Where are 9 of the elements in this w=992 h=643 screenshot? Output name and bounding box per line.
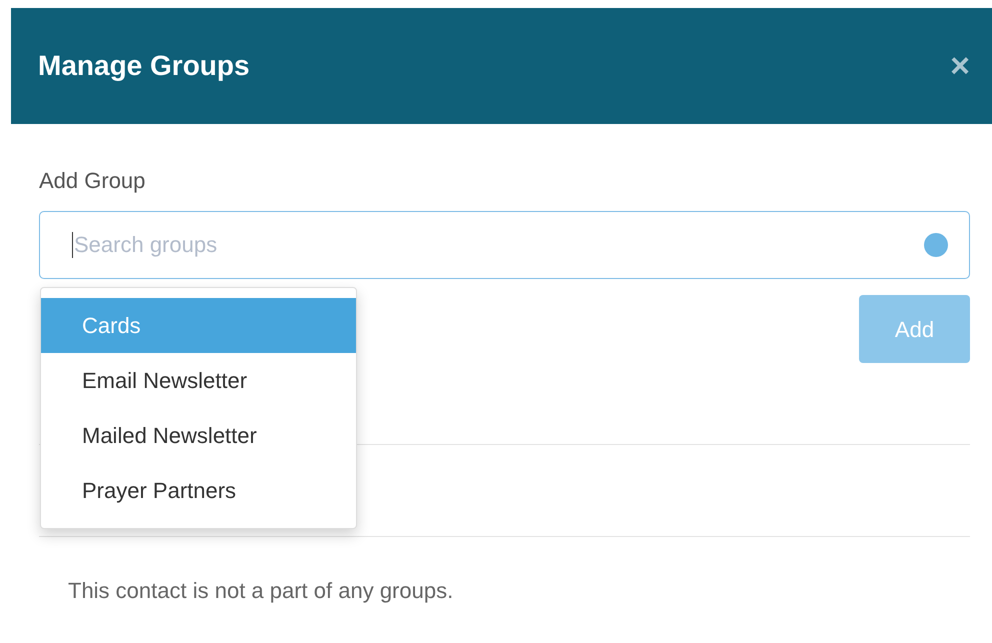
- close-button[interactable]: ×: [950, 49, 970, 83]
- dropdown-option[interactable]: Mailed Newsletter: [41, 408, 356, 463]
- field-label: Add Group: [39, 168, 146, 193]
- dialog-title: Manage Groups: [38, 49, 250, 83]
- loading-dot-icon: [924, 233, 948, 257]
- dropdown-option[interactable]: Prayer Partners: [41, 463, 356, 518]
- empty-message: This contact is not a part of any groups.: [68, 578, 454, 603]
- search-field[interactable]: Search groups: [39, 211, 970, 279]
- dropdown-option[interactable]: Email Newsletter: [41, 353, 356, 408]
